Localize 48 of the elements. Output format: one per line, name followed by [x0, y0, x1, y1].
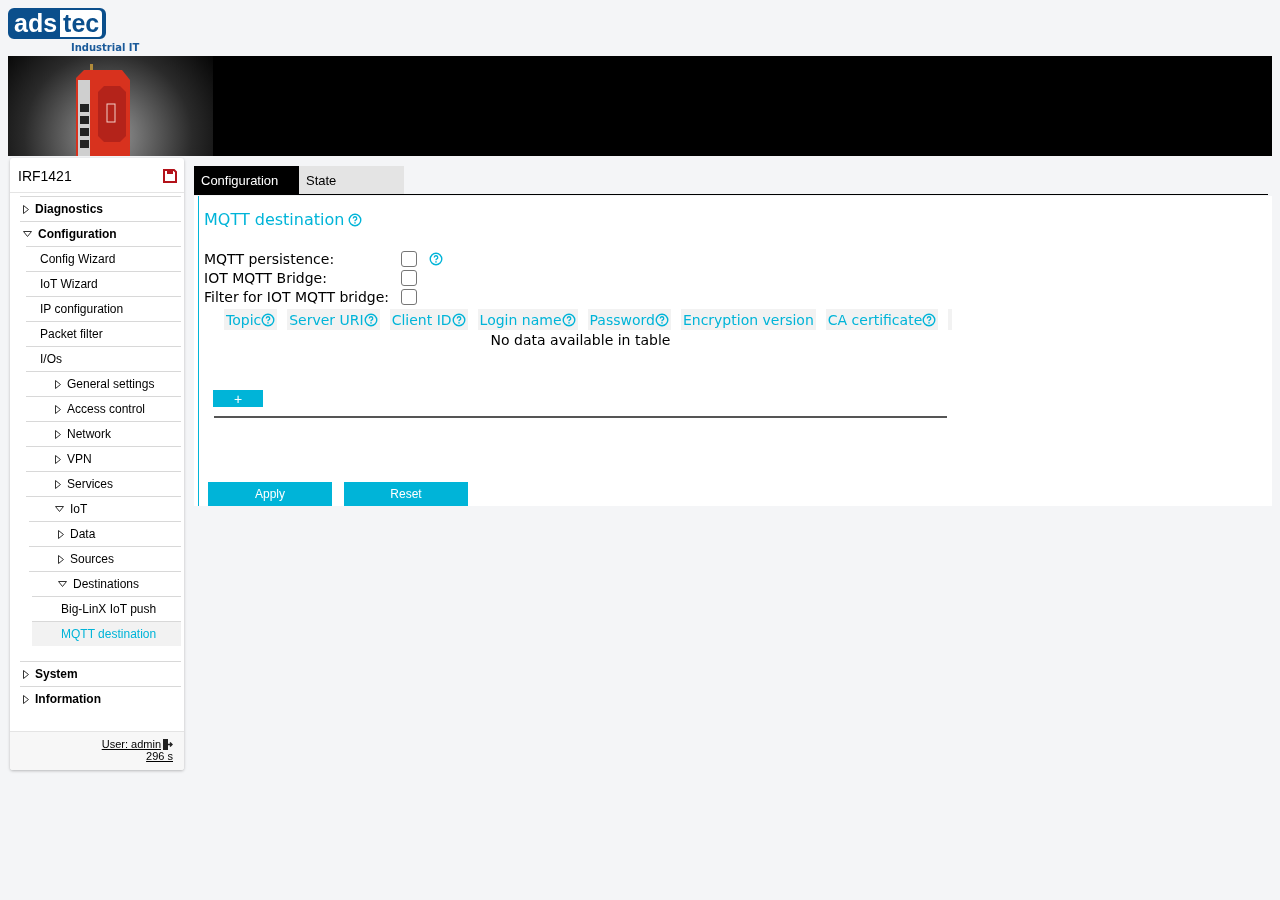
nav-item[interactable]: I/Os — [26, 346, 181, 371]
tab[interactable]: State — [299, 166, 404, 194]
nav-item[interactable]: System — [20, 661, 181, 686]
device-name: IRF1421 — [18, 168, 72, 184]
collapsed-triangle-icon[interactable] — [55, 454, 61, 464]
nav-item[interactable]: Information — [20, 686, 181, 711]
logout-icon[interactable] — [162, 738, 173, 750]
checkbox[interactable] — [400, 289, 417, 305]
checkbox[interactable] — [400, 251, 417, 267]
nav-item[interactable]: Diagnostics — [20, 196, 181, 221]
nav-item[interactable]: Network — [26, 421, 181, 446]
nav-item[interactable]: IoT Wizard — [26, 271, 181, 296]
nav-item[interactable]: IoT — [26, 496, 181, 521]
field-label: IOT MQTT Bridge: — [204, 270, 328, 286]
nav-item[interactable]: Config Wizard — [26, 246, 181, 271]
nav-item[interactable]: VPN — [26, 446, 181, 471]
empty-table-message: No data available in table — [489, 332, 672, 348]
collapsed-triangle-icon[interactable] — [55, 479, 61, 489]
collapsed-triangle-icon[interactable] — [55, 404, 61, 414]
collapsed-triangle-icon[interactable] — [58, 529, 64, 539]
collapsed-triangle-icon[interactable] — [55, 379, 61, 389]
expanded-triangle-icon[interactable] — [55, 506, 64, 512]
checkbox[interactable] — [400, 270, 417, 286]
nav-item[interactable]: IP configuration — [26, 296, 181, 321]
nav-item[interactable]: Sources — [29, 546, 181, 571]
section-title: MQTT destination — [204, 210, 345, 229]
nav-item[interactable]: Services — [26, 471, 181, 496]
field-label: Filter for IOT MQTT bridge: — [204, 289, 390, 305]
logo-tagline: Industrial IT — [71, 42, 138, 53]
collapsed-triangle-icon[interactable] — [23, 204, 29, 214]
nav-item[interactable]: Configuration — [20, 221, 181, 246]
logo: ads tec — [8, 8, 106, 39]
expanded-triangle-icon[interactable] — [58, 581, 67, 587]
collapsed-triangle-icon[interactable] — [23, 669, 29, 679]
save-icon[interactable] — [163, 169, 177, 183]
tab[interactable]: Configuration — [194, 166, 299, 194]
nav-item[interactable]: Access control — [26, 396, 181, 421]
nav-item[interactable]: Packet filter — [26, 321, 181, 346]
nav-item[interactable]: General settings — [26, 371, 181, 396]
session-timer[interactable]: 296 s — [146, 750, 173, 762]
collapsed-triangle-icon[interactable] — [58, 554, 64, 564]
collapsed-triangle-icon[interactable] — [23, 694, 29, 704]
nav-item[interactable]: Destinations — [29, 571, 181, 596]
user-link[interactable]: User: admin — [101, 738, 161, 750]
nav-item[interactable]: Data — [29, 521, 181, 546]
collapsed-triangle-icon[interactable] — [55, 429, 61, 439]
expanded-triangle-icon[interactable] — [23, 231, 32, 237]
field-label: MQTT persistence: — [204, 251, 336, 267]
